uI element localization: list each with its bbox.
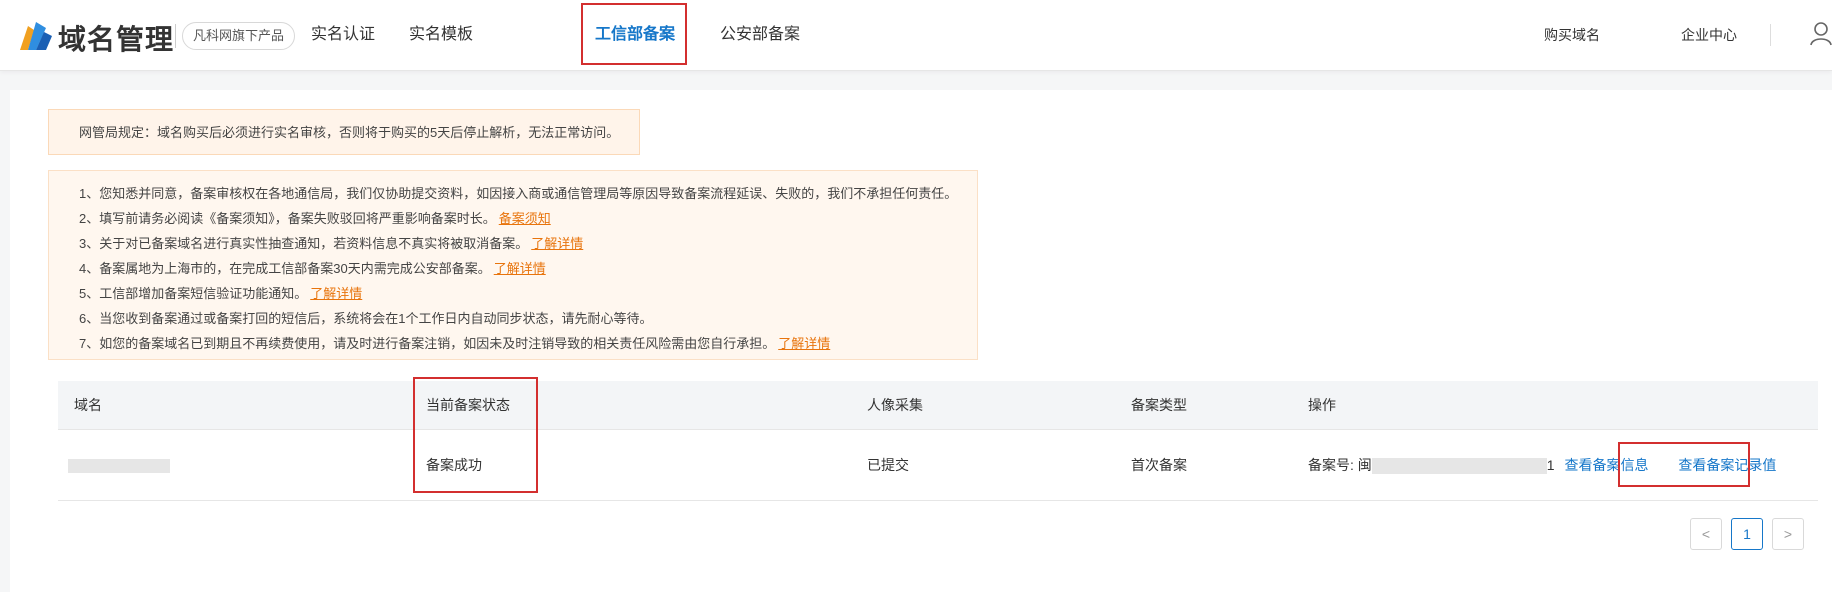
learn-more-link[interactable]: 了解详情 [778,336,830,351]
redacted-record-number [1371,458,1547,475]
next-page-button[interactable]: > [1772,518,1804,550]
column-filing-type: 备案类型 [1131,397,1187,413]
highlight-box-records-link [1618,442,1750,487]
highlight-box-nav [581,3,687,65]
notice-item: 7、如您的备案域名已到期且不再续费使用，请及时进行备案注销，如因未及时注销导致的… [79,336,831,351]
nav-police-filing[interactable]: 公安部备案 [720,0,800,70]
nav-real-name-auth[interactable]: 实名认证 [311,0,375,70]
top-header: 域名管理 凡科网旗下产品 实名认证 实名模板 工信部备案 公安部备案 购买域名 … [0,0,1832,71]
enterprise-center-link[interactable]: 企业中心 [1681,0,1737,70]
table-header: 域名 当前备案状态 人像采集 备案类型 操作 [58,381,1818,430]
header-divider [1770,24,1771,46]
domain-cell [68,430,170,500]
filing-type-cell: 首次备案 [1131,457,1187,473]
learn-more-link[interactable]: 了解详情 [531,236,583,251]
prev-page-button[interactable]: < [1690,518,1722,550]
logo-icon [20,22,52,50]
buy-domain-link[interactable]: 购买域名 [1544,0,1600,70]
page-1-button[interactable]: 1 [1731,518,1763,550]
regulation-warning: 网管局规定：域名购买后必须进行实名审核，否则将于购买的5天后停止解析，无法正常访… [48,109,640,155]
face-capture-cell: 已提交 [867,457,909,473]
table-row: 备案成功 已提交 首次备案 备案号: 闽1 查看备案信息 查看备案记录值 [58,430,1818,501]
notice-item: 3、关于对已备案域名进行真实性抽查通知，若资料信息不真实将被取消备案。 了解详情 [79,236,584,251]
column-domain: 域名 [74,397,102,413]
notice-item: 2、填写前请务必阅读《备案须知》，备案失败驳回将严重影响备案时长。 备案须知 [79,211,551,226]
notice-item: 4、备案属地为上海市的，在完成工信部备案30天内需完成公安部备案。 了解详情 [79,261,546,276]
notice-item: 5、工信部增加备案短信验证功能通知。 了解详情 [79,286,363,301]
user-icon[interactable] [1810,22,1832,46]
notice-item: 6、当您收到备案通过或备案打回的短信后，系统将会在1个工作日内自动同步状态，请先… [79,311,653,326]
notice-panel: 1、您知悉并同意，备案审核权在各地通信局，我们仅协助提交资料，如因接入商或通信管… [48,170,978,360]
column-face-capture: 人像采集 [867,397,923,413]
brand-badge: 凡科网旗下产品 [182,22,296,50]
brand-name[interactable]: 域名管理 [58,18,174,58]
learn-more-link[interactable]: 了解详情 [310,286,362,301]
filing-guide-link[interactable]: 备案须知 [499,211,551,226]
learn-more-link[interactable]: 了解详情 [494,261,546,276]
redacted-domain [68,459,170,474]
nav-real-name-template[interactable]: 实名模板 [409,0,473,70]
record-number-suffix: 1 [1546,457,1555,473]
brand-divider [175,24,176,48]
notice-item: 1、您知悉并同意，备案审核权在各地通信局，我们仅协助提交资料，如因接入商或通信管… [79,186,958,201]
highlight-box-status [413,377,538,493]
column-actions: 操作 [1308,397,1336,413]
record-number-label: 备案号: 闽 [1308,457,1372,473]
